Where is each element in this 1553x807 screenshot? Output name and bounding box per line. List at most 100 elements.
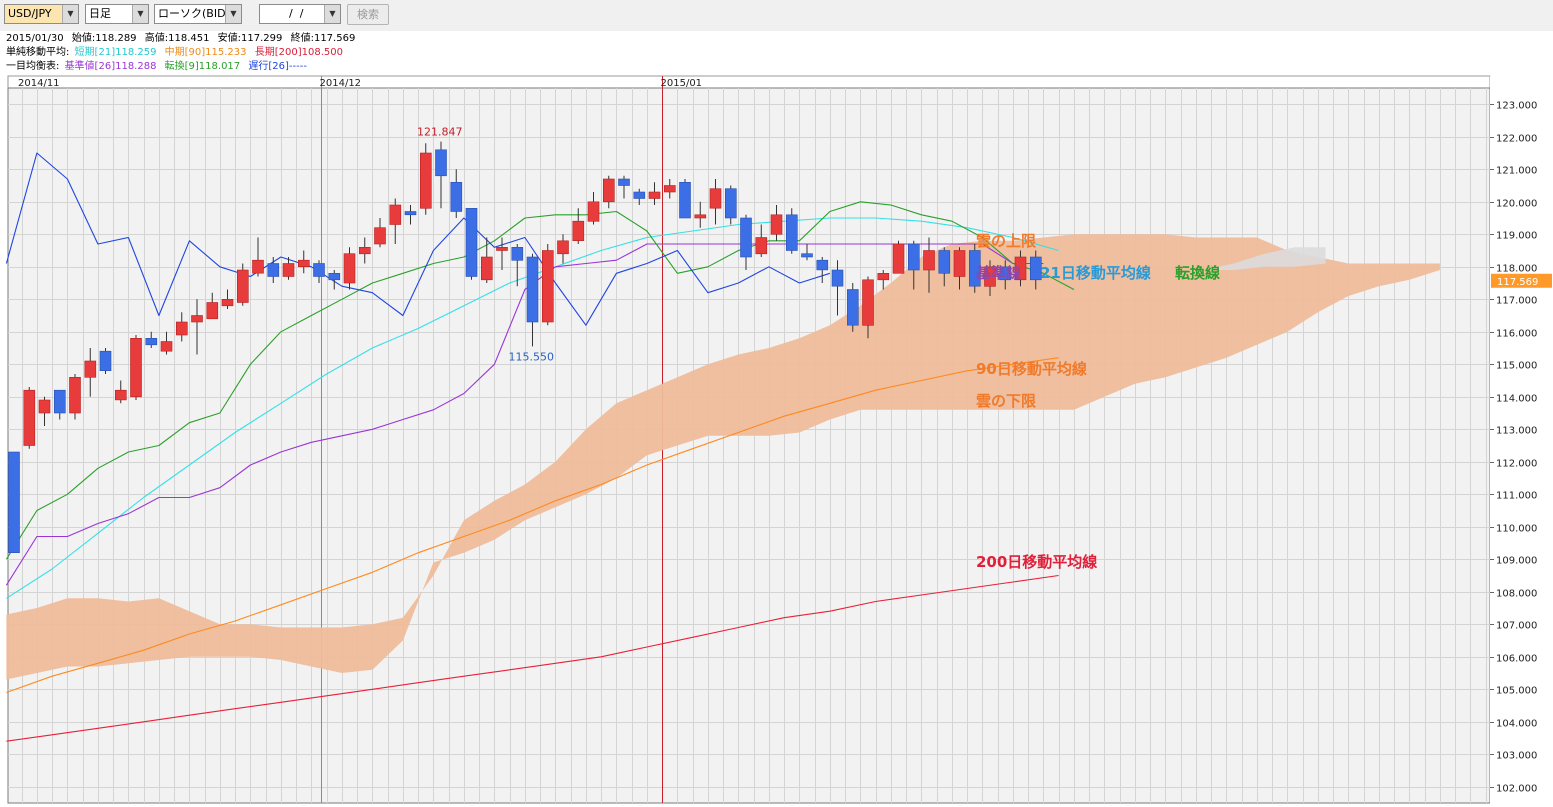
candle-body xyxy=(785,214,798,251)
candle-body xyxy=(313,263,325,277)
annotation-sma200-line: 200日移動平均線 xyxy=(976,553,1097,571)
y-tick-label: 105.000 xyxy=(1496,686,1537,697)
annotation-sma21-line: 21日移動平均線 xyxy=(1040,264,1151,282)
y-tick-label: 106.000 xyxy=(1496,654,1537,665)
candle-body xyxy=(831,269,844,287)
candle-body xyxy=(953,250,966,277)
candle-body xyxy=(389,204,402,225)
y-tick-label: 114.000 xyxy=(1496,394,1537,405)
candle-body xyxy=(419,152,432,209)
y-tick-label: 107.000 xyxy=(1496,621,1537,632)
candle-body xyxy=(297,259,310,268)
candle-body xyxy=(755,237,768,255)
candle-body xyxy=(602,178,615,203)
candle-body xyxy=(237,269,249,303)
candle-body xyxy=(450,182,463,212)
x-tick-label: 2015/01 xyxy=(661,78,703,89)
candle-body xyxy=(663,185,676,193)
y-tick-label: 113.000 xyxy=(1496,426,1537,437)
candle-body xyxy=(252,259,264,274)
plot-area xyxy=(7,87,1491,804)
candle-body xyxy=(770,214,783,235)
candle-body xyxy=(176,321,188,336)
annotation-cloud-lower: 雲の下限 xyxy=(976,392,1036,410)
y-tick-label: 108.000 xyxy=(1496,589,1537,600)
candle-body xyxy=(846,289,859,326)
candle-body xyxy=(343,253,356,284)
candle-body xyxy=(282,263,295,277)
candle-body xyxy=(480,256,493,281)
candle-body xyxy=(892,243,905,274)
price-chart[interactable]: 102.000 103.000 104.000 105.000 106.000 107.0… xyxy=(0,0,1553,807)
candle-body xyxy=(160,341,173,352)
annotation-base-line: 基準線 xyxy=(975,264,1021,282)
y-tick-label: 119.000 xyxy=(1496,231,1537,242)
candle-body xyxy=(801,253,813,258)
y-tick-label: 122.000 xyxy=(1496,134,1537,145)
high-price-label: 121.847 xyxy=(417,126,463,139)
candle-body xyxy=(404,211,417,216)
candle-body xyxy=(115,389,127,401)
y-tick-label: 104.000 xyxy=(1496,719,1537,730)
candle-body xyxy=(587,201,600,222)
candle-body xyxy=(923,250,935,271)
y-tick-label: 116.000 xyxy=(1496,329,1537,340)
candle-body xyxy=(23,389,36,446)
y-tick-label: 120.000 xyxy=(1496,199,1537,210)
candle-body xyxy=(694,214,707,219)
candle-body xyxy=(465,208,478,277)
candle-body xyxy=(358,247,371,255)
candle-body xyxy=(69,376,81,414)
date-axis-strip xyxy=(7,75,1491,89)
candle-body xyxy=(572,220,585,241)
candle-body xyxy=(618,178,630,186)
low-price-label: 115.550 xyxy=(509,350,555,363)
current-price-label: 117.569 xyxy=(1497,277,1538,288)
candle-body xyxy=(648,191,661,199)
y-tick-label: 123.000 xyxy=(1496,101,1537,112)
candle-body xyxy=(511,247,524,261)
y-tick-label: 117.000 xyxy=(1496,296,1537,307)
candle-body xyxy=(938,250,951,274)
y-tick-label: 102.000 xyxy=(1496,784,1537,795)
candle-body xyxy=(221,298,234,307)
candle-body xyxy=(374,227,386,245)
x-tick-label: 2014/12 xyxy=(320,78,362,89)
candle-body xyxy=(8,451,20,553)
candle-body xyxy=(130,337,142,398)
candle-body xyxy=(328,272,341,281)
candle-body xyxy=(633,191,646,199)
candle-body xyxy=(145,337,158,346)
candle-body xyxy=(526,256,539,323)
y-tick-label: 118.000 xyxy=(1496,264,1537,275)
annotation-cloud-upper: 雲の上限 xyxy=(976,232,1036,250)
candle-body xyxy=(679,182,691,219)
candle-body xyxy=(496,247,508,251)
candle-body xyxy=(816,259,829,271)
annotation-sma90-line: 90日移動平均線 xyxy=(976,360,1087,378)
candle-body xyxy=(740,217,752,258)
candle-body xyxy=(84,360,97,378)
y-tick-label: 112.000 xyxy=(1496,459,1537,470)
candle-body xyxy=(206,302,219,320)
x-tick-label: 2014/11 xyxy=(18,78,60,89)
candle-body xyxy=(435,149,447,177)
candle-body xyxy=(877,272,890,281)
y-tick-label: 110.000 xyxy=(1496,524,1537,535)
y-tick-label: 121.000 xyxy=(1496,166,1537,177)
candle-body xyxy=(557,240,569,255)
candle-body xyxy=(191,315,203,323)
candle-body xyxy=(862,279,874,326)
candle-body xyxy=(724,188,737,219)
y-tick-label: 103.000 xyxy=(1496,751,1537,762)
candle-body xyxy=(541,250,554,323)
price-axis-area xyxy=(1490,76,1553,807)
y-tick-label: 109.000 xyxy=(1496,556,1537,567)
candle-body xyxy=(99,350,112,372)
candle-body xyxy=(267,263,280,277)
y-tick-label: 111.000 xyxy=(1496,491,1537,502)
annotation-conv-line: 転換線 xyxy=(1175,264,1220,282)
candle-body xyxy=(709,188,722,209)
candle-body xyxy=(907,243,920,271)
candle-body xyxy=(53,389,66,414)
